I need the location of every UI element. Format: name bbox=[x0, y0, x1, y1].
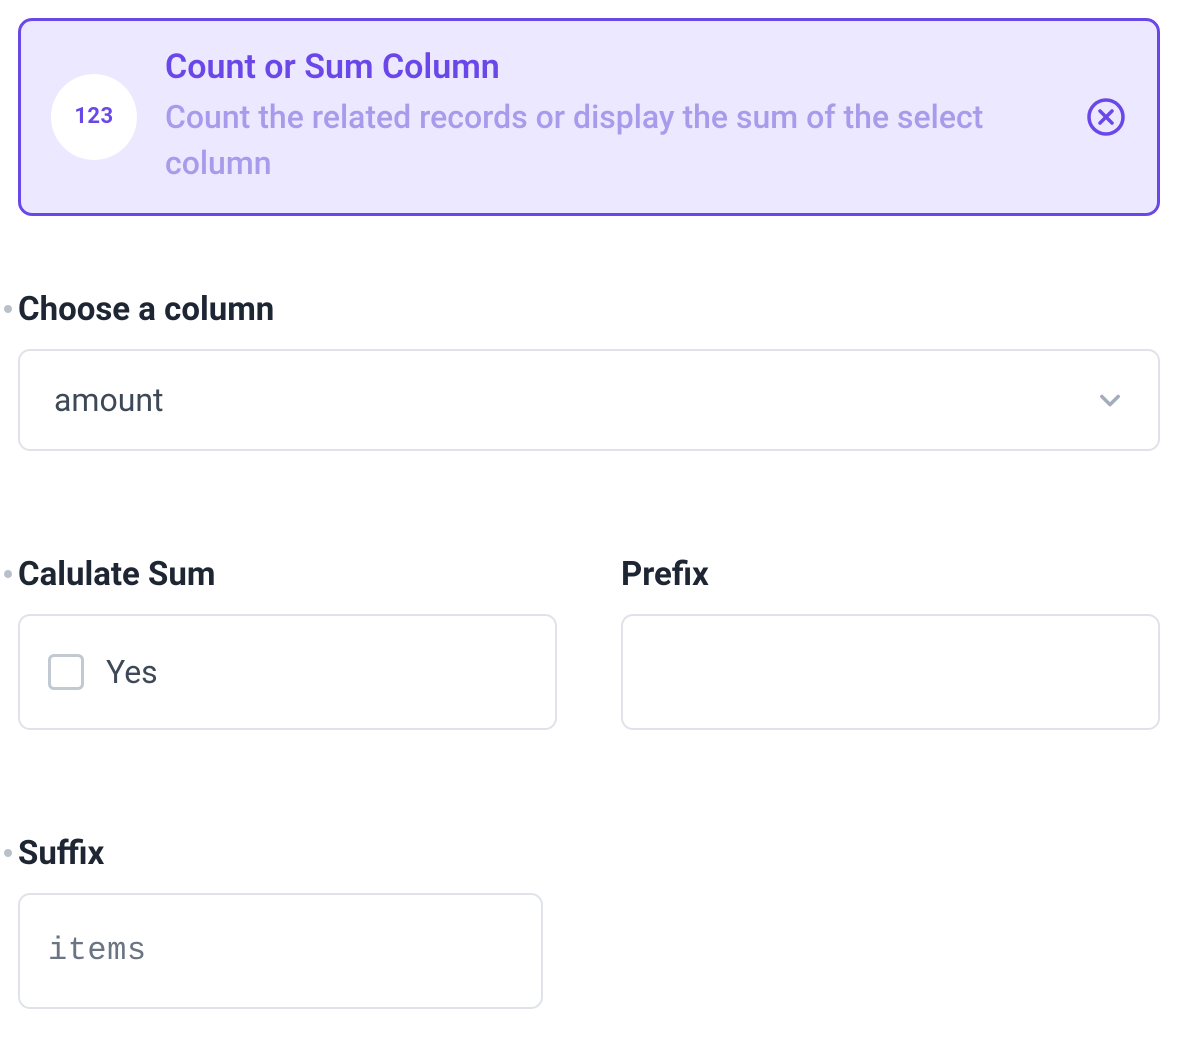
checkbox-wrap: Yes bbox=[48, 653, 158, 691]
choose-column-value: amount bbox=[54, 381, 164, 419]
header-subtitle: Count the related records or display the… bbox=[165, 94, 985, 187]
header-card: 123 Count or Sum Column Count the relate… bbox=[18, 18, 1160, 216]
prefix-input-box bbox=[621, 614, 1160, 730]
dot-indicator bbox=[4, 849, 12, 857]
choose-column-label-wrap: Choose a column bbox=[18, 290, 1160, 329]
calculate-sum-checkbox[interactable] bbox=[48, 654, 84, 690]
suffix-section: Suffix bbox=[18, 834, 1160, 1009]
dot-indicator bbox=[4, 305, 12, 313]
calculate-sum-checkbox-label: Yes bbox=[106, 653, 158, 691]
close-icon bbox=[1086, 97, 1126, 137]
calculate-sum-box: Yes bbox=[18, 614, 557, 730]
prefix-section: Prefix bbox=[621, 555, 1160, 730]
prefix-label-wrap: Prefix bbox=[621, 555, 1160, 594]
choose-column-select[interactable]: amount bbox=[18, 349, 1160, 451]
close-button[interactable] bbox=[1085, 96, 1127, 138]
choose-column-label: Choose a column bbox=[18, 290, 274, 329]
calculate-sum-label-wrap: Calulate Sum bbox=[18, 555, 557, 594]
choose-column-section: Choose a column amount bbox=[18, 290, 1160, 451]
number-icon: 123 bbox=[51, 74, 137, 160]
dot-indicator bbox=[4, 570, 12, 578]
header-text: Count or Sum Column Count the related re… bbox=[165, 47, 1037, 187]
suffix-label: Suffix bbox=[18, 834, 104, 873]
calculate-sum-label: Calulate Sum bbox=[18, 555, 215, 594]
suffix-input-box bbox=[18, 893, 543, 1009]
two-column-row: Calulate Sum Yes Prefix bbox=[18, 555, 1160, 730]
suffix-input[interactable] bbox=[48, 932, 513, 969]
prefix-label: Prefix bbox=[621, 555, 709, 594]
number-icon-text: 123 bbox=[74, 104, 113, 129]
header-title: Count or Sum Column bbox=[165, 47, 1037, 88]
prefix-input[interactable] bbox=[651, 654, 1130, 689]
calculate-sum-section: Calulate Sum Yes bbox=[18, 555, 557, 730]
suffix-label-wrap: Suffix bbox=[18, 834, 1160, 873]
chevron-down-icon bbox=[1096, 386, 1124, 414]
